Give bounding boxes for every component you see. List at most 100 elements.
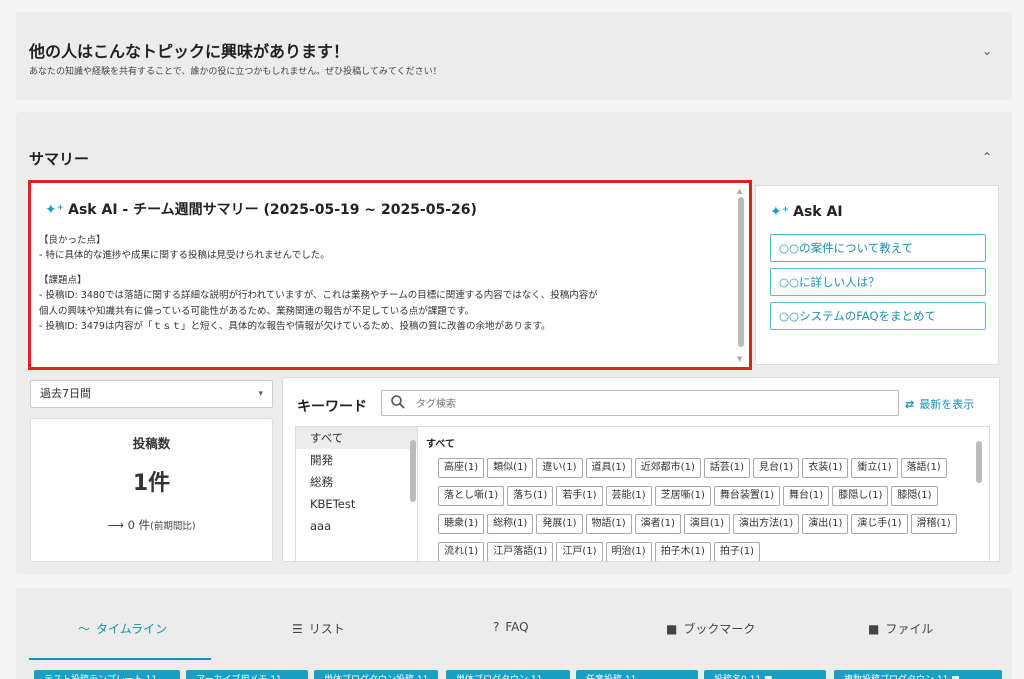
topic-title: 他の人はこんなトピックに興味があります！ [29,42,350,61]
tag-scrollbar[interactable] [975,427,983,561]
scroll-down-icon[interactable]: ▼ [737,355,742,363]
post-count-value: 1件 [132,471,171,496]
scroll-thumb[interactable] [410,440,416,502]
keyword-tag[interactable]: 舞台装置(1) [713,486,781,506]
keyword-tag[interactable]: 芝居噺(1) [654,486,711,506]
keyword-panel: キーワード ⇄ 最新を表示 すべて 開発 総務 KBETest aaa すべて 高… [282,377,1000,562]
tab-timeline[interactable]: 〜タイムライン [78,620,167,637]
keyword-tag[interactable]: 演出方法(1) [733,514,800,534]
keyword-tag[interactable]: 江戸落語(1) [487,542,554,561]
ai-summary-scrollbar[interactable]: ▲ ▼ [737,187,745,363]
keyword-tag[interactable]: 道具(1) [585,458,632,478]
timeline-icon: 〜 [78,622,91,636]
keyword-tag[interactable]: 明治(1) [605,542,652,561]
keyword-tag[interactable]: 話芸(1) [703,458,751,478]
category-item[interactable]: KBETest [296,493,417,515]
keyword-tag[interactable]: 聴衆(1) [438,514,485,534]
template-chip[interactable]: 投稿名0 11 ■ [704,670,826,679]
keyword-tag[interactable]: 類似(1) [487,458,534,478]
ask-ai-suggestion-button[interactable]: ○○に詳しい人は？ [770,268,986,296]
post-count-diff-note: (前期間比) [150,521,196,532]
keyword-tag[interactable]: 若手(1) [556,486,603,506]
keyword-tag[interactable]: 流れ(1) [438,542,485,561]
tag-search-box[interactable] [381,390,899,416]
keyword-tag[interactable]: 演目(1) [683,514,731,534]
list-icon: ☰ [292,622,303,636]
template-chip[interactable]: アーカイブ用メモ 11 [186,670,308,679]
tag-search-input[interactable] [416,395,886,413]
category-item[interactable]: 開発 [296,449,417,471]
keyword-tag[interactable]: 演者(1) [634,514,681,534]
question-icon: ? [493,620,500,634]
keyword-tag[interactable]: 高座(1) [438,458,485,478]
post-count-diff-value: 0 件 [127,518,151,532]
keyword-tag[interactable]: 近郊都市(1) [634,458,701,478]
keyword-tag[interactable]: 衣装(1) [802,458,849,478]
issue-line: 個人の興味や知識共有に偏っている可能性があるため、業務関連の報告が不足している点… [39,305,475,317]
ask-ai-title-text: Ask AI [793,204,843,220]
scroll-thumb[interactable] [738,197,744,347]
ask-ai-panel: ✦⁺ Ask AI ○○の案件について教えて ○○に詳しい人は？ ○○システムのF… [755,185,999,365]
keyword-tag[interactable]: 江戸(1) [556,542,603,561]
category-scrollbar[interactable] [409,426,417,561]
topic-subtitle: あなたの知識や経験を共有することで、誰かの役に立つかもしれません。ぜひ投稿してみ… [29,67,442,77]
chevron-up-icon[interactable]: ⌃ [982,150,992,164]
keyword-tag[interactable]: 拍子木(1) [654,542,711,561]
keyword-tag[interactable]: 芸能(1) [605,486,652,506]
template-chip[interactable]: 単体ブログタウン 11 [446,670,570,679]
period-select[interactable]: 過去7日間 ▾ [30,380,273,408]
chevron-down-icon[interactable]: ⌄ [982,44,992,58]
summary-card: サマリー ⌃ ✦⁺ Ask AI - チーム週間サマリー (2025-05-19 … [16,112,1012,574]
keyword-tag[interactable]: 総称(1) [487,514,534,534]
topic-suggestion-card[interactable]: 他の人はこんなトピックに興味があります！ あなたの知識や経験を共有することで、誰… [16,12,1012,100]
ask-ai-suggestion-button[interactable]: ○○の案件について教えて [770,234,986,262]
category-item-all[interactable]: すべて [296,427,417,449]
keyword-tag[interactable]: 滑稽(1) [910,514,957,534]
summary-title: サマリー [29,150,90,168]
tab-list[interactable]: ☰ リスト [292,620,345,637]
keyword-tag[interactable]: 膝隠(1) [891,486,938,506]
refresh-latest-button[interactable]: ⇄ 最新を表示 [905,396,974,412]
tab-label: ファイル [885,622,934,636]
category-item[interactable]: aaa [296,515,417,537]
tab-bookmark[interactable]: ■ ブックマーク [666,620,755,637]
ai-weekly-summary: ✦⁺ Ask AI - チーム週間サマリー (2025-05-19 ~ 2025-… [28,180,752,370]
tab-faq[interactable]: ? FAQ [493,620,529,634]
post-count-card: 投稿数 1件 ⟶ 0 件(前期間比) [30,418,273,562]
tag-cloud-heading: すべて [426,439,455,450]
category-item[interactable]: 総務 [296,471,417,493]
tab-files[interactable]: ■ ファイル [868,620,933,637]
template-chip[interactable]: テスト投稿テンプレート 11 [34,670,180,679]
refresh-latest-label: 最新を表示 [919,398,975,411]
keyword-tag[interactable]: 見台(1) [753,458,800,478]
ai-summary-title-text: Ask AI - チーム週間サマリー (2025-05-19 ~ 2025-05… [68,202,477,218]
keyword-tag[interactable]: 落語(1) [900,458,947,478]
keyword-tag[interactable]: 物語(1) [585,514,632,534]
sparkle-icon: ✦⁺ [45,202,65,218]
keyword-tag[interactable]: 舞台(1) [783,486,830,506]
template-chip[interactable]: 単体ブログタウン投稿 11 [314,670,438,679]
tag-cloud: すべて 高座(1) 類似(1) 違い(1) 道具(1) 近郊都市(1) 話芸(1) 見台(1… [418,426,990,561]
scroll-up-icon[interactable]: ▲ [737,187,742,195]
ask-ai-suggestion-button[interactable]: ○○システムのFAQをまとめて [770,302,986,330]
issue-line: - 投稿ID: 3479は内容が「ｔｓｔ」と短く、具体的な報告や情報が欠けている… [39,321,551,333]
keyword-tag[interactable]: 膝隠し(1) [832,486,889,506]
keyword-tag[interactable]: 違い(1) [536,458,583,478]
keyword-tag[interactable]: 発展(1) [536,514,583,534]
tab-label: FAQ [505,620,529,634]
ai-summary-title: ✦⁺ Ask AI - チーム週間サマリー (2025-05-19 ~ 2025-… [45,199,477,219]
template-chip[interactable]: 複数投稿ブログタウン 11 ■ [834,670,1002,679]
keyword-tag[interactable]: 拍子(1) [713,542,761,561]
template-chip[interactable]: 任意投稿 11 [576,670,698,679]
caret-down-icon: ▾ [258,389,263,399]
keyword-tag[interactable]: 落ち(1) [507,486,554,506]
good-heading: 【良かった点】 [39,235,106,246]
keyword-tag[interactable]: 演じ手(1) [851,514,908,534]
keyword-tag[interactable]: 衝立(1) [851,458,898,478]
keyword-tag[interactable]: 落とし噺(1) [438,486,505,506]
keyword-tag[interactable]: 演出(1) [802,514,849,534]
scroll-thumb[interactable] [976,441,982,483]
view-tabs-card: 〜タイムライン ☰ リスト ? FAQ ■ ブックマーク ■ ファイル テスト投稿テンプ… [16,588,1012,679]
ask-ai-title: ✦⁺ Ask AI [770,204,843,220]
issue-line: - 投稿ID: 3480では落語に関する詳細な説明が行われていますが、これは業務… [39,290,598,302]
